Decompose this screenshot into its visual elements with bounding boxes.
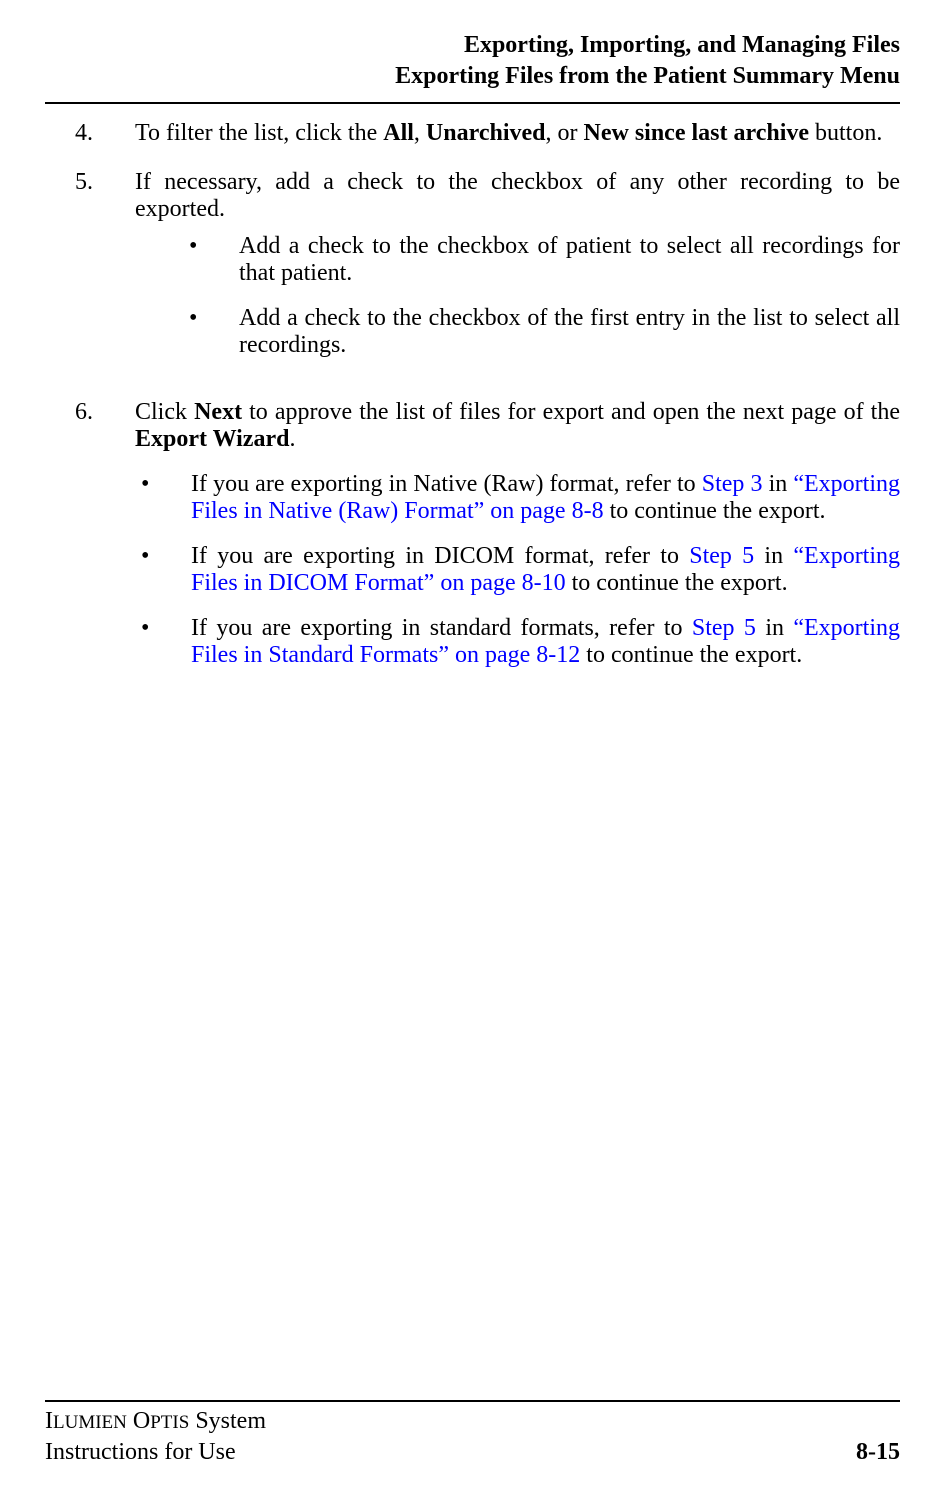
text: to approve the list of files for export … [242,399,900,425]
footer-rule [45,1400,900,1402]
text: If you are exporting in DICOM format, re… [191,543,689,569]
step-number: 6. [75,399,135,687]
step-body: Click Next to approve the list of files … [135,399,900,687]
doc-title: Instructions for Use [45,1437,266,1468]
button-ref-unarchived: Unarchived [426,120,546,146]
text: , or [546,120,584,146]
step-6: 6. Click Next to approve the list of fil… [75,399,900,687]
page-header: Exporting, Importing, and Managing Files… [45,30,900,92]
bullet-text: If you are exporting in Native (Raw) for… [191,471,900,525]
text: button. [809,120,882,146]
step-4: 4. To filter the list, click the All, Un… [75,120,900,147]
text: If you are exporting in standard formats… [191,615,692,641]
text: in [763,471,794,497]
bullet-marker-icon: • [135,615,191,669]
step-5: 5. If necessary, add a check to the chec… [75,169,900,377]
cross-ref-link[interactable]: Step 5 [689,543,754,569]
page-number: 8-15 [856,1437,900,1468]
button-ref-next: Next [194,399,242,425]
bullet-text: Add a check to the checkbox of patient t… [239,233,900,287]
step-number: 5. [75,169,135,377]
bullet-list: • If you are exporting in Native (Raw) f… [135,471,900,669]
text: If necessary, add a check to the checkbo… [135,169,900,222]
footer-left: ILUMIEN OPTIS System Instructions for Us… [45,1406,266,1468]
cross-ref-link[interactable]: Step 5 [692,615,756,641]
text: , [414,120,426,146]
bullet-marker-icon: • [135,543,191,597]
text: to continue the export. [604,498,826,524]
bullet-item: • If you are exporting in Native (Raw) f… [135,471,900,525]
bullet-item: • If you are exporting in standard forma… [135,615,900,669]
ui-ref-export-wizard: Export Wizard [135,426,289,452]
bullet-marker-icon: • [135,471,191,525]
text: To filter the list, click the [135,120,383,146]
bullet-marker-icon: • [183,233,239,287]
bullet-item: • Add a check to the checkbox of patient… [183,233,900,287]
bullet-marker-icon: • [183,305,239,359]
bullet-item: • Add a check to the checkbox of the fir… [183,305,900,359]
text: in [754,543,793,569]
bullet-text: Add a check to the checkbox of the first… [239,305,900,359]
product-name: ILUMIEN OPTIS System [45,1406,266,1437]
text: If you are exporting in Native (Raw) for… [191,471,702,497]
button-ref-all: All [383,120,414,146]
header-rule [45,102,900,104]
page-footer: ILUMIEN OPTIS System Instructions for Us… [45,1406,900,1468]
text: in [756,615,793,641]
header-chapter: Exporting, Importing, and Managing Files [45,30,900,61]
step-body: If necessary, add a check to the checkbo… [135,169,900,377]
cross-ref-link[interactable]: Step 3 [702,471,763,497]
step-body: To filter the list, click the All, Unarc… [135,120,900,147]
text: to continue the export. [580,642,802,668]
header-section: Exporting Files from the Patient Summary… [45,61,900,92]
footer-block: ILUMIEN OPTIS System Instructions for Us… [45,1400,900,1468]
text: . [289,426,295,452]
step-number: 4. [75,120,135,147]
bullet-text: If you are exporting in DICOM format, re… [191,543,900,597]
bullet-item: • If you are exporting in DICOM format, … [135,543,900,597]
content-area: 4. To filter the list, click the All, Un… [45,120,900,1399]
text: Click [135,399,194,425]
button-ref-new-since: New since last archive [584,120,810,146]
bullet-text: If you are exporting in standard formats… [191,615,900,669]
text: to continue the export. [566,570,788,596]
bullet-list: • Add a check to the checkbox of patient… [183,233,900,359]
